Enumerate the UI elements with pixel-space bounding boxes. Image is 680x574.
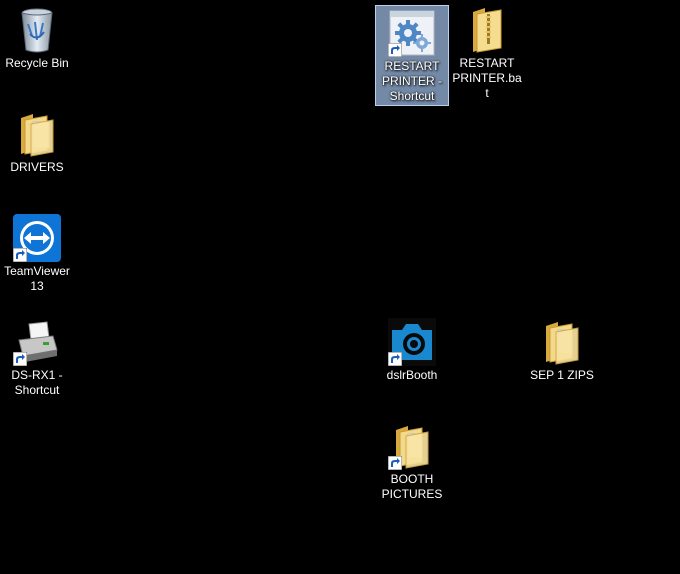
printer-icon (13, 318, 61, 366)
drivers-label: DRIVERS (10, 160, 64, 174)
ds-rx1-shortcut-icon[interactable]: DS-RX1 - Shortcut (0, 312, 74, 412)
restart-printer-bat-icon[interactable]: RESTART PRINTER.bat (450, 0, 524, 100)
teamviewer-label: TeamViewer 13 (4, 264, 70, 293)
ds-rx1-label: DS-RX1 - Shortcut (11, 368, 63, 397)
zip-folder-icon (463, 6, 511, 54)
shortcut-arrow-icon (13, 248, 27, 262)
shortcut-arrow-icon (388, 352, 402, 366)
sep-1-zips-folder-icon[interactable]: SEP 1 ZIPS (525, 312, 599, 412)
restart-printer-bat-label: RESTART PRINTER.bat (452, 56, 522, 100)
folder-icon (388, 422, 436, 470)
sep-1-zips-label: SEP 1 ZIPS (530, 368, 594, 382)
teamviewer-icon (13, 214, 61, 262)
booth-pictures-folder-icon[interactable]: BOOTH PICTURES (375, 416, 449, 516)
teamviewer-desktop-icon[interactable]: TeamViewer 13 (0, 208, 74, 308)
dslrbooth-label: dslrBooth (386, 368, 438, 382)
shortcut-arrow-icon (388, 43, 402, 57)
restart-printer-shortcut-label: RESTART PRINTER - Shortcut (382, 59, 442, 103)
recycle-bin-label: Recycle Bin (5, 56, 69, 70)
recycle-bin-desktop-icon[interactable]: Recycle Bin (0, 0, 74, 100)
dslrbooth-desktop-icon[interactable]: dslrBooth (375, 312, 449, 412)
gear-settings-icon (388, 9, 436, 57)
restart-printer-shortcut-icon[interactable]: RESTART PRINTER - Shortcut (375, 5, 449, 106)
booth-pictures-label: BOOTH PICTURES (381, 472, 443, 501)
shortcut-arrow-icon (13, 352, 27, 366)
recycle-bin-icon (13, 6, 61, 54)
folder-icon (538, 318, 586, 366)
drivers-folder-icon[interactable]: DRIVERS (0, 104, 74, 204)
desktop[interactable]: Recycle Bin DRIVERS TeamViewer 13 DS-RX1… (0, 0, 680, 574)
camera-icon (388, 318, 436, 366)
shortcut-arrow-icon (388, 456, 402, 470)
folder-icon (13, 110, 61, 158)
